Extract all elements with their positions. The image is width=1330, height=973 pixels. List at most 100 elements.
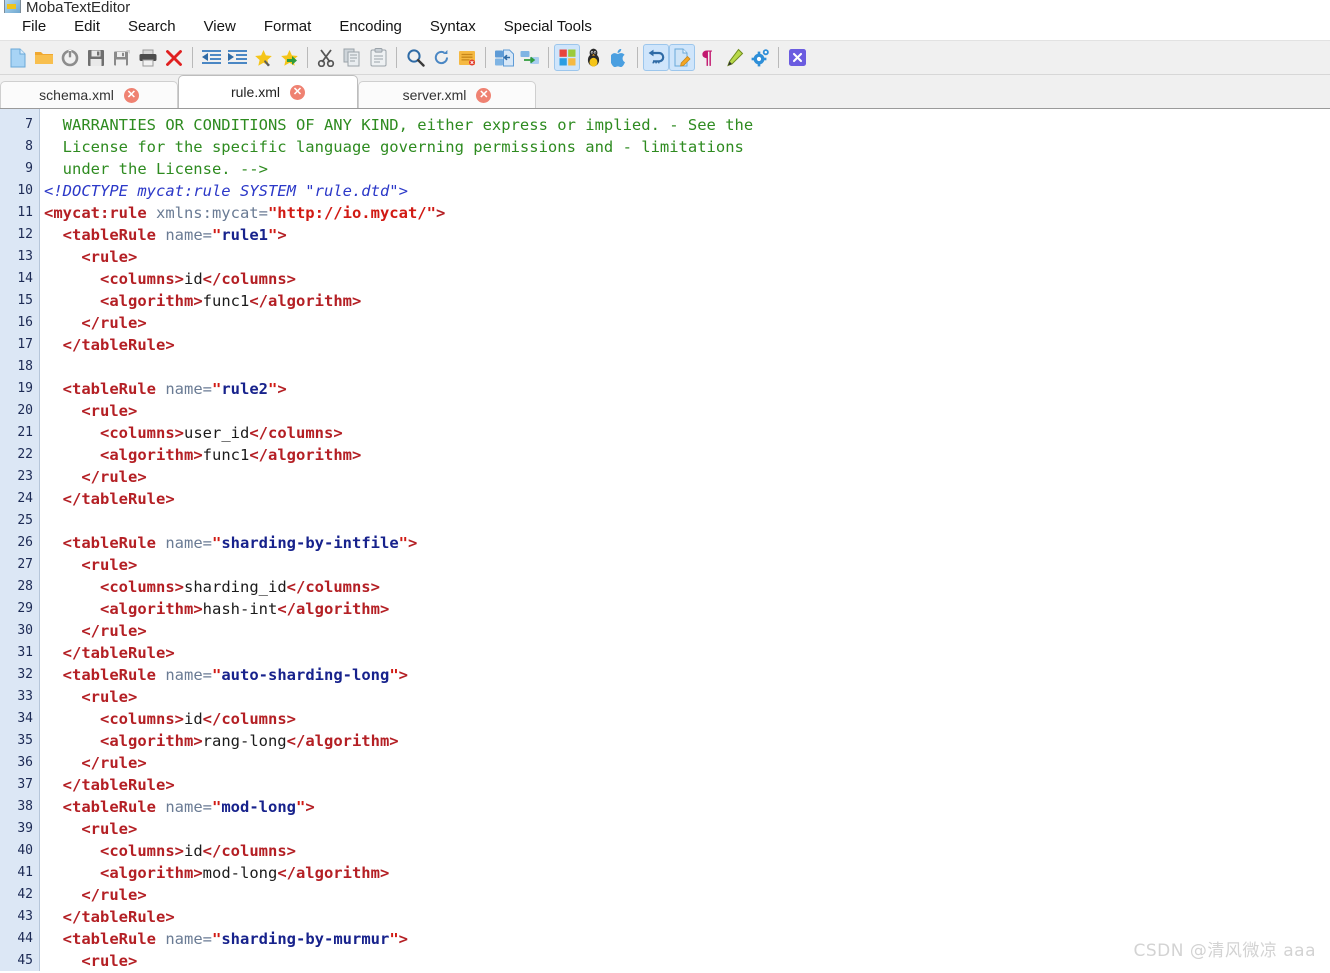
menu-syntax[interactable]: Syntax	[416, 16, 490, 37]
undo-icon	[647, 49, 666, 66]
code-token: id	[184, 842, 203, 860]
code-editor[interactable]: 7 8 9 10 11 12 13 14 15 16 17 18 19 20 21 22 23 24 25 26 27 2…	[0, 109, 1330, 971]
code-token: <tableRule	[62, 226, 166, 244]
tab-close-icon[interactable]: ✕	[123, 87, 139, 103]
menu-view[interactable]: View	[190, 16, 250, 37]
settings-button[interactable]	[747, 44, 773, 71]
code-token: </columns>	[286, 578, 380, 596]
code-token: <mycat:rule	[44, 204, 156, 222]
line-number: 10	[17, 183, 33, 198]
windows-format-button[interactable]	[554, 44, 580, 71]
code-token: "	[296, 798, 306, 816]
menu-search[interactable]: Search	[114, 16, 190, 37]
code-token: xmlns:mycat=	[155, 204, 268, 222]
code-token: >	[435, 204, 446, 222]
find-button[interactable]	[402, 44, 428, 71]
cut-button[interactable]	[313, 44, 339, 71]
menu-bar: File Edit Search View Format Encoding Sy…	[0, 13, 1330, 40]
goto-line-button[interactable]	[454, 44, 480, 71]
code-token: </columns>	[202, 710, 296, 728]
code-line: <rule>	[44, 818, 1330, 840]
code-token: </tableRule>	[62, 644, 175, 662]
code-line: <tableRule name="rule2">	[44, 378, 1330, 400]
exit-button[interactable]	[784, 44, 810, 71]
tab-close-icon[interactable]: ✕	[290, 84, 305, 100]
line-number: 17	[17, 337, 33, 352]
line-number: 7	[25, 117, 33, 132]
tab-rule-xml[interactable]: rule.xml ✕	[178, 75, 358, 108]
code-token: <rule>	[81, 820, 138, 838]
code-token: name=	[165, 534, 212, 552]
tab-schema-xml[interactable]: schema.xml ✕	[0, 81, 178, 108]
open-file-button[interactable]	[31, 44, 57, 71]
tab-label: server.xml	[402, 87, 467, 103]
code-token: under the License. -->	[44, 160, 268, 178]
line-number: 42	[17, 887, 33, 902]
code-line: <rule>	[44, 950, 1330, 971]
save-as-icon	[113, 49, 131, 67]
tab-close-icon[interactable]: ✕	[476, 87, 492, 103]
receive-from-server-button[interactable]	[517, 44, 543, 71]
send-to-server-button[interactable]	[491, 44, 517, 71]
menu-encoding[interactable]: Encoding	[325, 16, 416, 37]
print-button[interactable]	[135, 44, 161, 71]
code-line: </tableRule>	[44, 642, 1330, 664]
line-number: 35	[17, 733, 33, 748]
receive-from-server-icon	[520, 49, 540, 67]
line-number: 27	[17, 557, 33, 572]
code-token: "	[268, 380, 278, 398]
bookmark-next-button[interactable]	[276, 44, 302, 71]
tab-server-xml[interactable]: server.xml ✕	[358, 81, 536, 108]
code-line: <rule>	[44, 554, 1330, 576]
code-line: <tableRule name="rule1">	[44, 224, 1330, 246]
close-file-button[interactable]	[161, 44, 187, 71]
save-icon	[87, 49, 105, 67]
code-line: </tableRule>	[44, 906, 1330, 928]
new-file-button[interactable]	[5, 44, 31, 71]
highlighter-button[interactable]	[721, 44, 747, 71]
tab-label: rule.xml	[230, 84, 280, 100]
replace-button[interactable]	[428, 44, 454, 71]
line-number: 45	[17, 953, 33, 968]
linux-format-button[interactable]	[580, 44, 606, 71]
copy-button[interactable]	[339, 44, 365, 71]
menu-special-tools[interactable]: Special Tools	[490, 16, 606, 37]
line-number-gutter: 7 8 9 10 11 12 13 14 15 16 17 18 19 20 21 22 23 24 25 26 27 2…	[0, 109, 40, 971]
line-number: 13	[17, 249, 33, 264]
code-token: <rule>	[81, 248, 138, 266]
mac-format-button[interactable]	[606, 44, 632, 71]
highlighter-icon	[725, 48, 744, 67]
indent-button[interactable]	[224, 44, 250, 71]
save-button[interactable]	[83, 44, 109, 71]
show-whitespace-button[interactable]: ¶	[695, 44, 721, 71]
bookmark-toggle-button[interactable]	[250, 44, 276, 71]
paste-button[interactable]	[365, 44, 391, 71]
toolbar-separator	[485, 47, 486, 68]
code-text-area[interactable]: WARRANTIES OR CONDITIONS OF ANY KIND, ei…	[40, 109, 1330, 971]
reload-button[interactable]	[57, 44, 83, 71]
undo-button[interactable]	[643, 44, 669, 71]
menu-edit[interactable]: Edit	[60, 16, 114, 37]
code-line: <algorithm>rang-long</algorithm>	[44, 730, 1330, 752]
code-token: rule1	[221, 226, 269, 244]
code-token: <rule>	[81, 556, 138, 574]
exit-icon	[788, 48, 807, 67]
code-token: "	[212, 380, 222, 398]
save-as-button[interactable]	[109, 44, 135, 71]
code-line: under the License. -->	[44, 158, 1330, 180]
menu-format[interactable]: Format	[250, 16, 326, 37]
menu-file[interactable]: File	[8, 16, 60, 37]
edit-mode-button[interactable]	[669, 44, 695, 71]
code-token: mod-long	[202, 864, 278, 882]
outdent-button[interactable]	[198, 44, 224, 71]
linux-penguin-icon	[586, 48, 601, 67]
toolbar-separator	[192, 47, 193, 68]
